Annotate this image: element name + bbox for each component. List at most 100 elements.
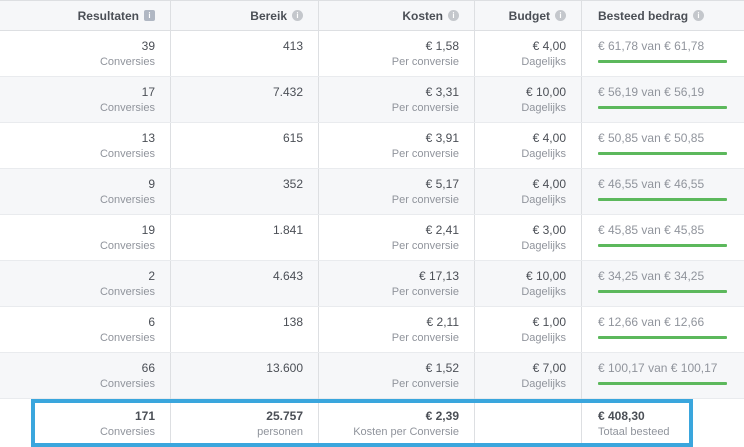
results-unit: Conversies [99, 194, 155, 206]
table-row[interactable]: 19 Conversies 1.841 € 2,41 Per conversie € 3,… [0, 215, 744, 261]
info-icon[interactable]: i [144, 10, 155, 21]
table-row[interactable]: 6 Conversies 138 € 2,11 Per conversie € 1,00 D… [0, 307, 744, 353]
table-row[interactable]: 9 Conversies 352 € 5,17 Per conversie € 4,00 D… [0, 169, 744, 215]
spent-text: € 34,25 van € 34,25 [598, 269, 744, 283]
cost-cell: € 5,17 Per conversie [319, 169, 475, 214]
budget-unit: Dagelijks [521, 240, 566, 252]
column-header-cost[interactable]: Kosten i [319, 1, 475, 30]
cost-value: € 3,31 [425, 85, 459, 99]
budget-cell: € 4,00 Dagelijks [475, 31, 582, 76]
budget-cell: € 3,00 Dagelijks [475, 215, 582, 260]
spent-text: € 56,19 van € 56,19 [598, 85, 744, 99]
reach-cell: 13.600 [171, 353, 319, 398]
total-results-cell: 171 Conversies [0, 398, 171, 447]
results-value: 6 [148, 315, 155, 329]
reach-cell: 1.841 [171, 215, 319, 260]
spent-value: € 50,85 [598, 131, 639, 145]
budget-value: € 4,00 [532, 131, 566, 145]
reach-cell: 7.432 [171, 77, 319, 122]
info-icon[interactable]: i [292, 10, 303, 21]
spent-cell: € 45,85 van € 45,85 [582, 215, 744, 260]
cost-cell: € 2,41 Per conversie [319, 215, 475, 260]
reach-value: 138 [282, 315, 303, 329]
table-row[interactable]: 2 Conversies 4.643 € 17,13 Per conversie € 10… [0, 261, 744, 307]
results-value: 17 [141, 85, 155, 99]
total-results-value: 171 [134, 409, 155, 423]
budget-cell: € 4,00 Dagelijks [475, 123, 582, 168]
spent-value: € 61,78 [598, 39, 639, 53]
results-cell: 2 Conversies [0, 261, 171, 306]
spent-of-label: van [641, 39, 661, 53]
spent-total: € 46,55 [664, 177, 705, 191]
cost-cell: € 2,11 Per conversie [319, 307, 475, 352]
cost-cell: € 17,13 Per conversie [319, 261, 475, 306]
spent-of-label: van [648, 361, 668, 375]
spent-of-label: van [641, 223, 661, 237]
reach-cell: 4.643 [171, 261, 319, 306]
results-cell: 6 Conversies [0, 307, 171, 352]
results-unit: Conversies [99, 286, 155, 298]
results-unit: Conversies [99, 102, 155, 114]
results-cell: 13 Conversies [0, 123, 171, 168]
spend-progress-bar [598, 198, 727, 201]
column-header-spent[interactable]: Besteed bedrag i [582, 1, 744, 30]
results-value: 66 [141, 361, 155, 375]
spend-progress-bar [598, 290, 727, 293]
info-icon[interactable]: i [693, 10, 705, 21]
results-cell: 19 Conversies [0, 215, 171, 260]
reach-value: 352 [282, 177, 303, 191]
info-icon[interactable]: i [448, 10, 459, 21]
budget-value: € 1,00 [532, 315, 566, 329]
table-row[interactable]: 13 Conversies 615 € 3,91 Per conversie € 4,00… [0, 123, 744, 169]
spent-value: € 56,19 [598, 85, 639, 99]
budget-cell: € 10,00 Dagelijks [475, 261, 582, 306]
reach-cell: 615 [171, 123, 319, 168]
total-spent-unit: Totaal besteed [598, 426, 670, 438]
results-cell: 9 Conversies [0, 169, 171, 214]
column-header-reach[interactable]: Bereik i [171, 1, 319, 30]
budget-cell: € 1,00 Dagelijks [475, 307, 582, 352]
reach-cell: 413 [171, 31, 319, 76]
cost-value: € 1,52 [425, 361, 459, 375]
cost-cell: € 1,52 Per conversie [319, 353, 475, 398]
table-row[interactable]: 17 Conversies 7.432 € 3,31 Per conversie € 10… [0, 77, 744, 123]
column-header-results[interactable]: Resultaten i [0, 1, 171, 30]
cost-unit: Per conversie [391, 56, 459, 68]
cost-unit: Per conversie [391, 102, 459, 114]
reach-cell: 352 [171, 169, 319, 214]
total-cost-value: € 2,39 [425, 409, 459, 423]
total-results-unit: Conversies [99, 426, 155, 438]
budget-cell: € 10,00 Dagelijks [475, 77, 582, 122]
spent-cell: € 100,17 van € 100,17 [582, 353, 744, 398]
total-budget-cell [475, 398, 582, 447]
spent-total: € 61,78 [664, 39, 705, 53]
spent-text: € 50,85 van € 50,85 [598, 131, 744, 145]
spend-progress-bar [598, 382, 727, 385]
spent-value: € 46,55 [598, 177, 639, 191]
cost-value: € 5,17 [425, 177, 459, 191]
spent-cell: € 46,55 van € 46,55 [582, 169, 744, 214]
spend-progress-bar [598, 244, 727, 247]
total-reach-cell: 25.757 personen [171, 398, 319, 447]
budget-unit: Dagelijks [521, 286, 566, 298]
cost-value: € 2,41 [425, 223, 459, 237]
budget-value: € 4,00 [532, 177, 566, 191]
info-icon[interactable]: i [555, 10, 566, 21]
column-header-label: Bereik [250, 8, 287, 23]
total-cost-cell: € 2,39 Kosten per Conversie [319, 398, 475, 447]
cost-value: € 3,91 [425, 131, 459, 145]
results-cell: 39 Conversies [0, 31, 171, 76]
spent-value: € 100,17 [598, 361, 645, 375]
table-row[interactable]: 66 Conversies 13.600 € 1,52 Per conversie € 7… [0, 353, 744, 399]
spent-value: € 45,85 [598, 223, 639, 237]
column-header-budget[interactable]: Budget i [475, 1, 582, 30]
spent-text: € 12,66 van € 12,66 [598, 315, 744, 329]
cost-unit: Per conversie [391, 332, 459, 344]
table-row[interactable]: 39 Conversies 413 € 1,58 Per conversie € 4,00… [0, 31, 744, 77]
budget-cell: € 4,00 Dagelijks [475, 169, 582, 214]
spent-of-label: van [641, 315, 661, 329]
column-header-label: Kosten [402, 8, 443, 23]
cost-value: € 17,13 [418, 269, 459, 283]
results-unit: Conversies [99, 56, 155, 68]
budget-value: € 10,00 [525, 269, 566, 283]
